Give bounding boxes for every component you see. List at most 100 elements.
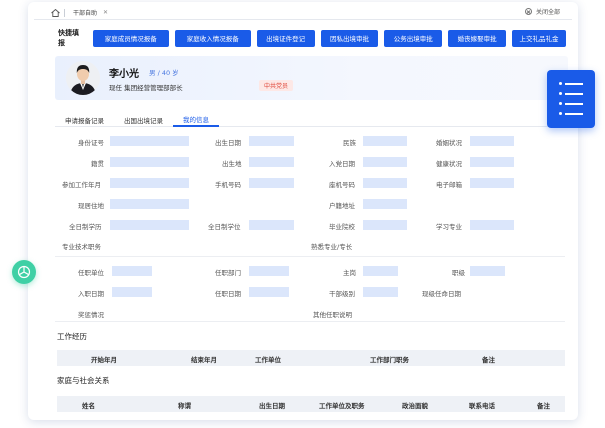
tab-exit-records[interactable]: 出国出境记录 (114, 113, 173, 127)
quick-fill-label: 快捷填报 (58, 29, 79, 47)
ethnicity-label: 民族 (343, 139, 356, 147)
marital-status-label: 婚姻状况 (436, 139, 462, 147)
id-number-label: 身份证号 (78, 139, 104, 147)
profile-card: 李小光 男 / 40 岁 现任 集团经营管理部部长 中共党员 (55, 56, 568, 100)
household-address-label: 户籍地址 (329, 202, 355, 210)
entry-date-label: 入职日期 (78, 290, 104, 298)
section-divider (55, 256, 565, 257)
id-number-field[interactable] (110, 136, 189, 146)
tab-separator (64, 8, 65, 17)
tab-cadre-self-service[interactable]: 干部自助 ✕ (69, 7, 112, 18)
appointment-date-field[interactable] (249, 287, 289, 297)
fulltime-degree-field[interactable] (249, 220, 294, 230)
work-start-field[interactable] (110, 178, 189, 188)
profile-position: 现任 集团经营管理部部长 (109, 84, 183, 92)
party-join-date-field[interactable] (363, 157, 407, 167)
floating-assistant-button[interactable] (12, 260, 36, 284)
col-birth-date: 出生日期 (259, 402, 285, 410)
private-exit-approval-button[interactable]: 因私出境审批 (320, 29, 379, 47)
col-end-month: 结束年月 (191, 356, 217, 364)
close-all-button[interactable]: 关闭全部 (524, 7, 560, 16)
ethnicity-field[interactable] (363, 136, 407, 146)
landline-label: 座机号码 (329, 181, 355, 189)
col-remarks: 备注 (482, 356, 495, 364)
native-place-field[interactable] (110, 157, 189, 167)
close-all-label: 关闭全部 (535, 9, 560, 16)
entry-date-field[interactable] (112, 287, 152, 297)
sub-tabs: 申请报备记录 出国出境记录 我的信息 (55, 113, 565, 127)
party-join-date-label: 入党日期 (329, 160, 355, 168)
col-start-month: 开始年月 (91, 356, 117, 364)
col-name: 姓名 (82, 402, 95, 410)
native-place-label: 籍贯 (91, 160, 104, 168)
tab-strip: 干部自助 ✕ 关闭全部 (34, 6, 572, 20)
work-history-title: 工作经历 (57, 332, 87, 341)
col-relation: 称谓 (178, 402, 191, 410)
close-circle-icon (524, 8, 532, 15)
profile-name: 李小光 (109, 69, 139, 80)
family-relations-title: 家庭与社会关系 (57, 376, 110, 385)
tech-title-label: 专业技术职务 (62, 243, 101, 251)
work-history-header: 开始年月 结束年月 工作单位 工作部门职务 备注 (57, 350, 565, 366)
col-dept-position: 工作部门职务 (370, 356, 409, 364)
landline-field[interactable] (363, 178, 407, 188)
work-start-label: 参加工作年月 (62, 181, 101, 189)
floating-menu-button[interactable] (547, 70, 595, 128)
col-phone: 联系电话 (469, 402, 495, 410)
birthplace-field[interactable] (249, 157, 294, 167)
family-income-report-button[interactable]: 家庭收入情况报备 (174, 29, 251, 47)
marital-status-field[interactable] (470, 136, 514, 146)
quick-fill-bar: 快捷填报 家庭成员情况报备 家庭收入情况报备 出境证件登记 因私出境审批 公务出… (34, 26, 572, 50)
unit-field[interactable] (112, 266, 152, 276)
email-field[interactable] (470, 178, 514, 188)
wedding-funeral-approval-button[interactable]: 婚丧嫁娶审批 (448, 29, 506, 47)
exit-document-register-button[interactable]: 出境证件登记 (256, 29, 315, 47)
health-status-label: 健康状况 (436, 160, 462, 168)
health-status-field[interactable] (470, 157, 514, 167)
list-icon (559, 82, 583, 85)
party-badge: 中共党员 (259, 80, 294, 91)
department-field[interactable] (249, 266, 289, 276)
profile-gender-age: 男 / 40 岁 (149, 69, 179, 77)
col-political-status: 政治面貌 (402, 402, 428, 410)
tab-my-info[interactable]: 我的信息 (173, 113, 219, 127)
household-address-field[interactable] (363, 199, 407, 209)
rewards-label: 奖惩情况 (78, 311, 104, 319)
home-icon[interactable] (50, 8, 60, 18)
main-post-field[interactable] (363, 266, 398, 276)
cadre-level-field[interactable] (363, 287, 398, 297)
fulltime-degree-label: 全日制学位 (208, 223, 241, 231)
residence-field[interactable] (110, 199, 189, 209)
appointment-date-label: 任职日期 (215, 290, 241, 298)
rank-field[interactable] (470, 266, 505, 276)
birth-date-field[interactable] (249, 136, 294, 146)
gift-submission-button[interactable]: 上交礼品礼金 (512, 29, 566, 47)
major-label: 学习专业 (436, 223, 462, 231)
fulltime-education-label: 全日制学历 (69, 223, 102, 231)
residence-label: 现居住地 (78, 202, 104, 210)
section-divider (55, 321, 565, 322)
level-appoint-date-label: 现级任命日期 (422, 290, 461, 298)
email-label: 电子邮箱 (436, 181, 462, 189)
department-label: 任职部门 (215, 269, 241, 277)
main-post-label: 主岗 (343, 269, 356, 277)
mobile-label: 手机号码 (215, 181, 241, 189)
family-relations-header: 姓名 称谓 出生日期 工作单位及职务 政治面貌 联系电话 备注 (57, 396, 565, 412)
fulltime-education-field[interactable] (110, 220, 189, 230)
unit-label: 任职单位 (78, 269, 104, 277)
graduate-school-label: 毕业院校 (329, 223, 355, 231)
major-field[interactable] (470, 220, 514, 230)
col-family-remarks: 备注 (537, 402, 550, 410)
family-members-report-button[interactable]: 家庭成员情况报备 (92, 29, 169, 47)
col-work-unit-position: 工作单位及职务 (319, 402, 365, 410)
close-tab-icon[interactable]: ✕ (103, 9, 108, 16)
avatar (66, 61, 100, 95)
mobile-field[interactable] (249, 178, 294, 188)
graduate-school-field[interactable] (363, 220, 407, 230)
cadre-level-label: 干部级别 (329, 290, 355, 298)
shutter-icon (17, 265, 31, 279)
official-exit-approval-button[interactable]: 公务出境审批 (384, 29, 443, 47)
tab-label: 干部自助 (73, 10, 98, 17)
birth-date-label: 出生日期 (215, 139, 241, 147)
tab-application-records[interactable]: 申请报备记录 (55, 113, 114, 127)
